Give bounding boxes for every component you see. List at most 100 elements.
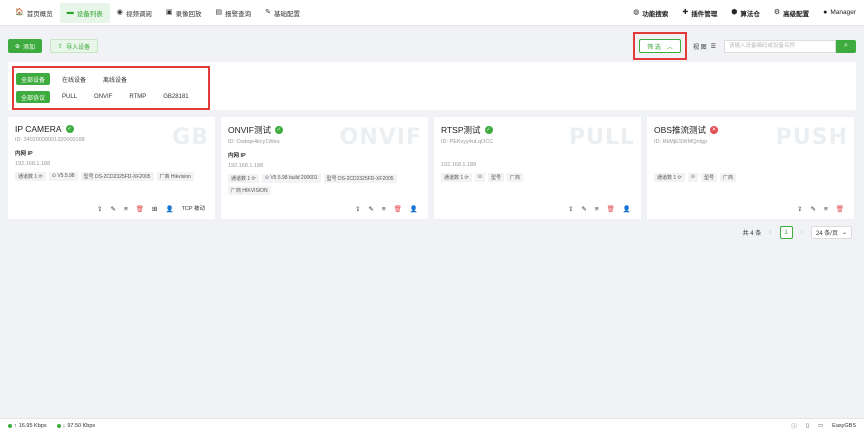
protocol-filter-chip[interactable]: PULL [57,91,82,103]
device-card[interactable]: PUSH OBS推流测试 ✕ ID: RkMjESWMQnIgp 通道数 1 ⟳ ⊙ 型号厂… [647,117,854,219]
snapshot-icon[interactable]: ⇪ [97,206,102,214]
nav-item-0[interactable]: 🏠 首页概览 [8,3,60,23]
snapshot-icon[interactable]: ⇪ [568,206,573,214]
device-tag: ⊙ [474,173,485,182]
device-tags: 通道数 1 ⟳ ⊙ 型号 厂商 [441,173,634,182]
device-icon: ▬ [66,9,74,16]
config-icon: ✎ [265,9,271,16]
protocol-filter-chip[interactable]: 全部协议 [16,91,51,103]
list-icon[interactable]: ≡ [382,206,386,214]
right-nav-item-0[interactable]: ◍ 功能搜索 [633,8,668,18]
device-tag: ⊙ V5.5.98 build 200601 [261,174,321,183]
delete-icon[interactable]: 🗑 [394,206,402,214]
card-actions: ⇪ ✎ ≡ 🗑 [797,206,844,214]
document-alt-icon[interactable]: ▭ [818,423,823,429]
online-check-icon: ✓ [484,126,493,134]
list-icon[interactable]: ≡ [124,206,128,214]
protocol-filter-chip[interactable]: GB28181 [158,91,193,103]
protocol-filter-chip[interactable]: ONVIF [89,91,117,103]
delete-icon[interactable]: 🗑 [607,206,615,214]
device-tag: 型号 DS-2CD2325FD-XF2005 [80,172,154,181]
right-nav-label: 高级配置 [783,10,810,18]
device-tag: 厂商 [719,173,736,182]
edit-icon[interactable]: ✎ [111,206,116,214]
user-icon: ● [823,9,828,16]
search-button[interactable]: ⌕ [836,39,856,53]
filter-button[interactable]: 筛 选 ︿ [639,39,681,53]
device-name: IP CAMERA [15,124,62,134]
page-number[interactable]: 1 [779,226,793,239]
add-button[interactable]: ⊕ 添加 [8,39,43,53]
nav-item-1[interactable]: ▬ 设备列表 [59,2,110,23]
nav-item-label: 首页概览 [26,10,53,18]
device-id: ID: Owbqe4kcy1Weu [228,139,280,145]
user-icon[interactable]: 👤 [623,206,631,214]
device-card[interactable]: GB IP CAMERA ✓ ID: 34020000001320000188 内网 I… [8,117,215,219]
search-input[interactable] [724,39,836,53]
search-icon: ◍ [633,9,640,16]
search-icon: ⌕ [844,42,848,49]
home-icon: 🏠 [15,9,24,16]
status-bar: ↑ 16.95 Kbps ↓ 97.50 Kbps ⓘ ▯ ▭ EasyGBS [0,418,864,432]
document-icon[interactable]: ▯ [806,423,809,429]
device-name: RTSP测试 [441,125,481,135]
toolbar: ⊕ 添加 ⇧ 导入设备 筛 选 ︿ 视 图 ☰ ⌕ [8,32,856,60]
snapshot-icon[interactable]: ⇪ [797,206,802,214]
online-check-icon: ✓ [274,126,283,134]
view-toggle[interactable]: 视 图 ☰ [693,42,716,51]
card-actions: ⇪ ✎ ≡ 🗑 👤 [568,206,631,214]
device-tag: 通道数 1 ⟳ [441,173,472,182]
chevron-down-icon: ⌄ [841,230,847,236]
add-icon: ⊕ [15,43,21,50]
right-nav-item-1[interactable]: ✚ 插件管理 [682,8,717,18]
nav-item-5[interactable]: ✎ 基础配置 [258,3,307,23]
delete-icon[interactable]: 🗑 [136,206,144,214]
device-tags: 通道数 1 ⟳ ⊙ V5.5.98 型号 DS-2CD2325FD-XF2005 厂商… [15,172,208,181]
nav-item-4[interactable]: ▤ 报警查询 [208,3,258,23]
device-card[interactable]: ONVIF ONVIF测试 ✓ ID: Owbqe4kcy1Weu 内网 IP 192.1… [221,117,428,219]
arrow-up-icon: ↑ [14,422,17,429]
status-filter-chip[interactable]: 在线设备 [57,73,91,85]
chevron-up-icon: ︿ [666,44,673,51]
user-icon[interactable]: 👤 [165,206,173,214]
user-icon[interactable]: 👤 [410,206,418,214]
import-device-button[interactable]: ⇧ 导入设备 [50,39,99,53]
next-page-icon[interactable]: › [801,229,803,236]
delete-icon[interactable]: 🗑 [836,206,844,214]
device-card-list: GB IP CAMERA ✓ ID: 34020000001320000188 内网 I… [8,117,856,219]
top-navigation-bar: 🏠 首页概览 ▬ 设备列表 ◉ 视频调阅 ▣ 录像回放 ▤ 报警查询 ✎ 基础配置 ◍ 功能搜索 ✚ 插件管… [0,0,864,26]
page-size-select[interactable]: 24 条/页 ⌄ [810,226,852,239]
snapshot-icon[interactable]: ⇪ [355,206,360,214]
nav-item-label: 设备列表 [76,10,103,18]
status-dot [8,423,12,428]
status-filter-chip[interactable]: 离线设备 [98,73,132,85]
status-filter-chip[interactable]: 全部设备 [16,73,51,85]
right-nav: ◍ 功能搜索 ✚ 插件管理 ⬢ 算法仓 ⚙ 高级配置 ● Manager [633,8,856,18]
right-nav-label: 插件管理 [691,10,718,18]
protocol-filter-chip[interactable]: RTMP [124,91,151,103]
device-tag: ⊙ [687,173,698,182]
nav-item-3[interactable]: ▣ 录像回放 [159,3,209,23]
network-label: 内网 IP [228,153,246,159]
right-nav-item-2[interactable]: ⬢ 算法仓 [731,8,760,18]
protocol-filter-row: 全部协议 PULL ONVIF RTMP GB28181 [16,91,198,103]
device-tag: 厂商 [506,173,523,182]
list-icon[interactable]: ≡ [824,206,828,214]
device-name: OBS推流测试 [654,125,706,135]
device-card[interactable]: PULL RTSP测试 ✓ ID: PEKvyy4uLqOCC 192.168.1.18… [434,117,641,219]
download-speed: ↓ 97.50 Kbps [56,423,95,429]
prev-page-icon[interactable]: ‹ [769,229,771,236]
nav-item-2[interactable]: ◉ 视频调阅 [110,3,159,23]
transport-mode[interactable]: TCP 被动 [182,206,205,213]
right-nav-item-4[interactable]: ● Manager [823,9,856,16]
edit-icon[interactable]: ✎ [368,206,373,214]
network-label [441,151,634,158]
help-icon[interactable]: ⓘ [791,422,797,430]
list-icon[interactable]: ≡ [595,206,599,214]
edit-icon[interactable]: ✎ [581,206,586,214]
right-nav-item-3[interactable]: ⚙ 高级配置 [774,8,809,18]
edit-icon[interactable]: ✎ [810,206,815,214]
grid-icon[interactable]: ⊞ [152,206,157,214]
device-tag: 厂商 HIKVISION [228,186,271,195]
device-name: ONVIF测试 [228,125,271,135]
